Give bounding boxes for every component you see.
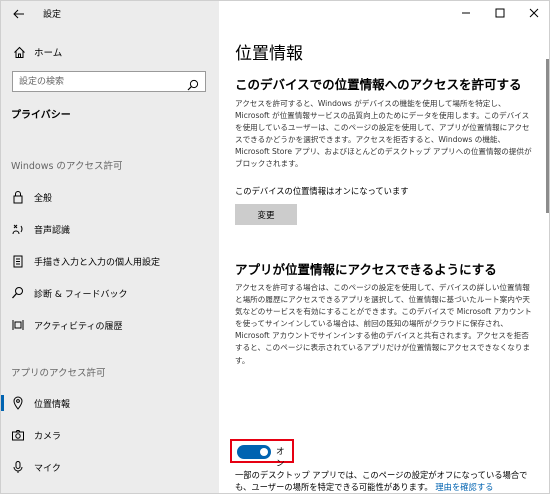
sidebar-item-home[interactable]: ホーム [1, 41, 219, 61]
sidebar-item-label: アクティビティの履歴 [34, 322, 123, 332]
speech-icon [11, 222, 25, 236]
sidebar-item-label: 位置情報 [34, 400, 71, 410]
back-button[interactable] [11, 6, 27, 22]
maximize-button[interactable] [483, 1, 517, 25]
sidebar-item-general[interactable]: 全般 [1, 185, 219, 209]
lock-icon [11, 190, 25, 204]
section-label-apps: アプリのアクセス許可 [11, 368, 106, 379]
search-input[interactable] [19, 74, 179, 89]
settings-window: 設定 ホーム プライバシー Windows のアクセス許可 [0, 0, 550, 494]
title-bar: 設定 [1, 1, 219, 29]
toggle-knob [260, 448, 268, 456]
section-label-windows: Windows のアクセス許可 [11, 161, 123, 172]
sidebar-item-diagnostics[interactable]: 診断 & フィードバック [1, 281, 219, 305]
diagnostics-icon [11, 286, 25, 300]
sidebar: 設定 ホーム プライバシー Windows のアクセス許可 [1, 1, 219, 493]
change-button[interactable]: 変更 [235, 204, 297, 225]
footnote: 一部のデスクトップ アプリでは、このページの設定がオフになっている場合でも、ユー… [235, 469, 541, 493]
home-icon [13, 44, 26, 63]
app-location-toggle[interactable] [237, 445, 271, 459]
sidebar-item-label: 手描き入力と入力の個人用設定 [34, 258, 161, 268]
main-content: 位置情報 このデバイスでの位置情報へのアクセスを許可する アクセスを許可すると、… [219, 1, 549, 493]
app-location-toggle-highlight: オン [230, 439, 294, 469]
sidebar-item-label: マイク [34, 464, 61, 474]
scrollbar[interactable] [546, 59, 549, 213]
back-arrow-icon [13, 9, 24, 19]
sidebar-item-speech[interactable]: 音声認識 [1, 217, 219, 241]
section-description-apps: アクセスを許可する場合は、このページの設定を使用して、デバイスの詳しい位置情報と… [235, 283, 532, 365]
sidebar-item-label: 全般 [34, 194, 53, 204]
microphone-icon [11, 460, 25, 474]
home-label: ホーム [34, 48, 63, 59]
section-heading-apps: アプリが位置情報にアクセスできるようにする [235, 262, 497, 277]
activity-icon [11, 318, 25, 332]
minimize-icon [462, 12, 470, 14]
search-icon[interactable] [187, 76, 199, 95]
clipboard-icon [11, 254, 25, 268]
sidebar-item-activity[interactable]: アクティビティの履歴 [1, 313, 219, 337]
sidebar-item-camera[interactable]: カメラ [1, 423, 219, 447]
category-title: プライバシー [11, 110, 71, 121]
section-description-device: アクセスを許可すると、Windows がデバイスの機能を使用して場所を特定し、M… [235, 99, 532, 169]
maximize-icon [495, 8, 505, 18]
sidebar-item-microphone[interactable]: マイク [1, 455, 219, 479]
app-title: 設定 [43, 10, 62, 20]
page-title: 位置情報 [235, 44, 303, 64]
sidebar-item-inking[interactable]: 手描き入力と入力の個人用設定 [1, 249, 219, 273]
camera-icon [11, 428, 25, 442]
window-controls [449, 1, 549, 25]
sidebar-item-label: 診断 & フィードバック [34, 290, 128, 300]
section-heading-device: このデバイスでの位置情報へのアクセスを許可する [235, 77, 522, 92]
toggle-label: オン [276, 447, 285, 469]
close-button[interactable] [517, 1, 549, 25]
minimize-button[interactable] [449, 1, 483, 25]
search-box[interactable] [12, 71, 206, 92]
sidebar-item-label: 音声認識 [34, 226, 71, 236]
sidebar-item-location[interactable]: 位置情報 [1, 391, 219, 415]
location-status-text: このデバイスの位置情報はオンになっています [235, 186, 409, 196]
location-icon [11, 396, 25, 410]
close-icon [529, 8, 539, 18]
sidebar-item-label: カメラ [34, 432, 62, 442]
learn-why-link[interactable]: 理由を確認する [435, 482, 493, 492]
